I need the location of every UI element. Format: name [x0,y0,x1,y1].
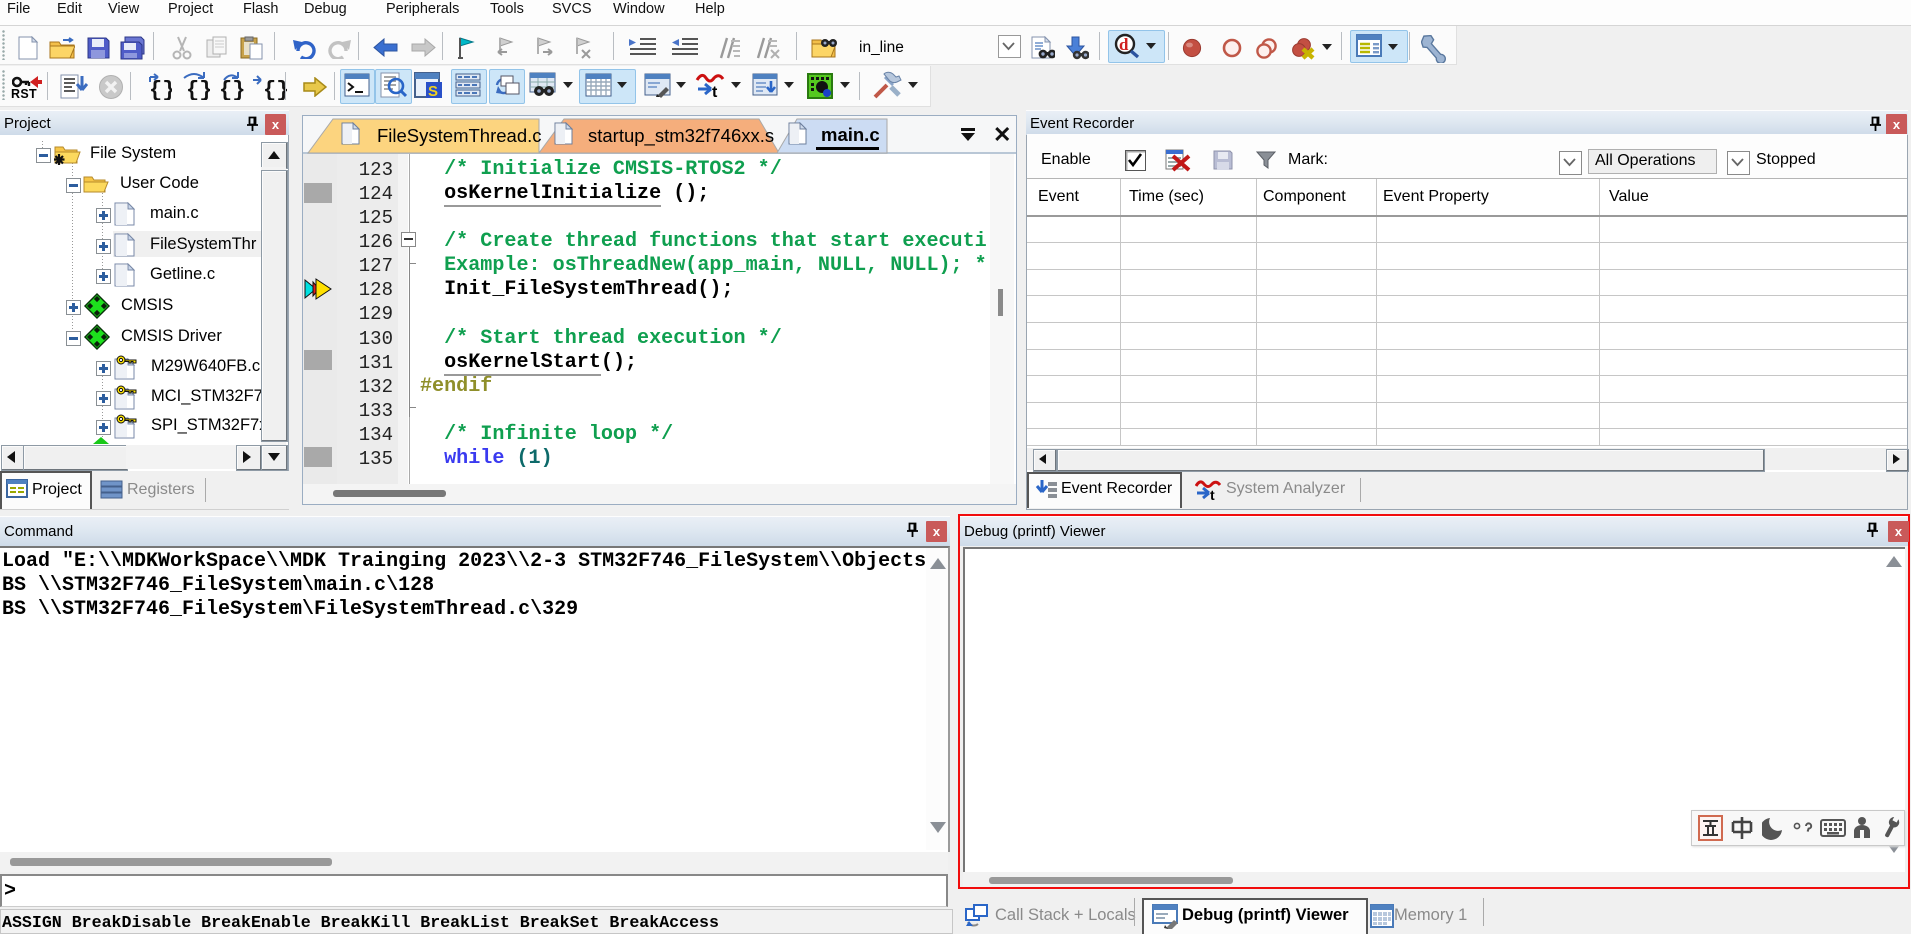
svg-text:d: d [1119,35,1129,54]
svg-text:{}: {} [263,78,287,100]
svg-text:{}: {} [219,78,244,100]
svg-text:{}: {} [186,78,210,100]
svg-text:t: t [1210,487,1215,502]
svg-text:{}: {} [149,78,172,100]
svg-text:S: S [428,83,438,100]
svg-text:t: t [712,84,718,100]
